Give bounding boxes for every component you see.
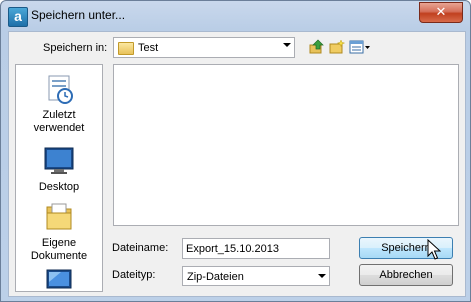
dialog-body: Speichern in: Test Zuletzt verwendet Des… <box>8 31 466 297</box>
title-bar[interactable]: a Speichern unter... ✕ <box>1 1 470 31</box>
window-title: Speichern unter... <box>31 8 126 22</box>
save-as-dialog: a Speichern unter... ✕ Speichern in: Tes… <box>0 0 471 302</box>
folder-up-icon[interactable] <box>309 39 325 55</box>
documents-icon <box>46 203 72 230</box>
close-button[interactable]: ✕ <box>419 2 463 23</box>
place-recent-label-2: verwendet <box>33 122 85 134</box>
filetype-label: Dateityp: <box>112 269 156 281</box>
mouse-cursor-icon <box>427 239 441 260</box>
place-documents-label-1: Eigene <box>41 237 77 249</box>
filetype-value: Zip-Dateien <box>187 271 244 283</box>
chevron-down-icon <box>318 274 326 278</box>
folder-icon <box>118 42 134 55</box>
cancel-button[interactable]: Abbrechen <box>359 264 453 286</box>
place-documents-label-2: Dokumente <box>30 250 88 262</box>
view-menu-icon[interactable] <box>349 39 371 55</box>
new-folder-icon[interactable] <box>329 39 345 55</box>
chevron-down-icon <box>283 43 291 47</box>
place-desktop[interactable]: Desktop <box>16 145 102 195</box>
save-in-value: Test <box>138 42 159 54</box>
save-in-combobox[interactable]: Test <box>113 37 295 58</box>
place-recent-label-1: Zuletzt <box>42 109 76 121</box>
place-desktop-label: Desktop <box>38 181 80 193</box>
app-icon: a <box>8 7 28 27</box>
computer-icon <box>46 269 72 289</box>
recent-icon <box>48 75 73 104</box>
filename-input[interactable]: Export_15.10.2013 <box>182 238 330 259</box>
place-documents[interactable]: Eigene Dokumente <box>16 201 102 263</box>
places-bar: Zuletzt verwendet Desktop Eigene Dokumen… <box>15 64 103 292</box>
desktop-icon <box>44 147 74 174</box>
place-recent[interactable]: Zuletzt verwendet <box>16 73 102 135</box>
file-list[interactable] <box>113 64 459 226</box>
save-in-label: Speichern in: <box>43 42 108 54</box>
filename-label: Dateiname: <box>112 242 169 254</box>
filetype-select[interactable]: Zip-Dateien <box>182 266 330 286</box>
place-computer[interactable] <box>16 267 102 291</box>
